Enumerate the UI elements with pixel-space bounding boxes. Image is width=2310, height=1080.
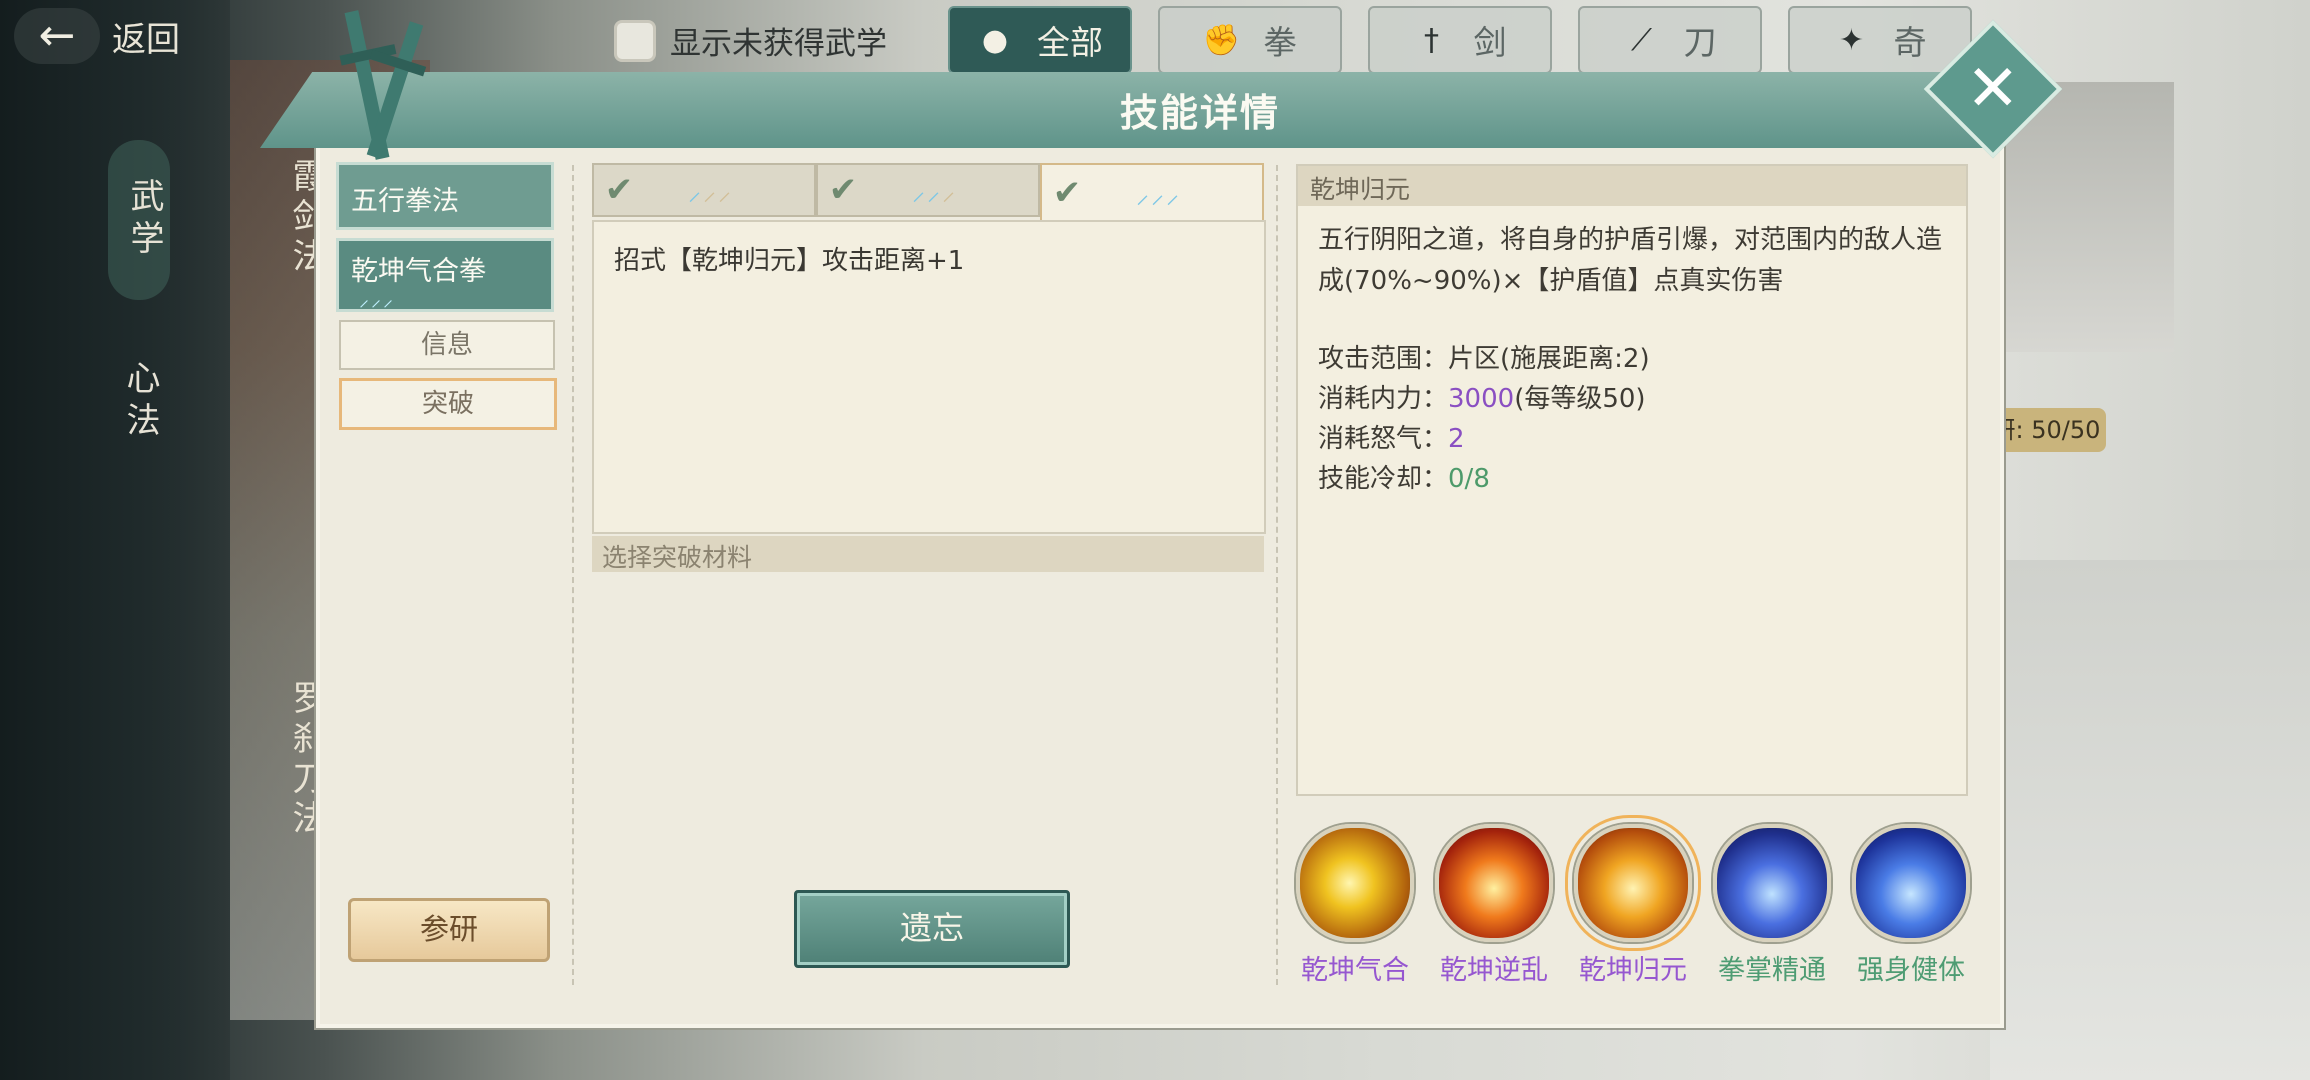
skill-qiankun-guiyuan[interactable]: 乾坤归元 xyxy=(1565,815,1701,987)
skill-guiyuan-label: 乾坤归元 xyxy=(1579,955,1687,986)
skill-jianti-icon xyxy=(1852,824,1970,942)
skill-quanzhang-jingtong[interactable]: 拳掌精通 xyxy=(1713,824,1831,987)
tab-all[interactable]: ● 全部 xyxy=(948,6,1132,74)
nav-xinfa[interactable]: 心法 xyxy=(116,360,165,444)
show-unobtained-checkbox[interactable] xyxy=(614,19,656,62)
skill-tab-wuxing[interactable]: 五行拳法 xyxy=(336,162,554,230)
show-unobtained-label: 显示未获得武学 xyxy=(670,26,887,62)
blade-rank-icon: ⸝⸝⸝ xyxy=(359,287,395,311)
stat-cooldown: 技能冷却：0/8 xyxy=(1318,458,1490,495)
blade-rank-icon: ⸝⸝⸝ xyxy=(688,177,734,207)
tab-special[interactable]: ✦ 奇 xyxy=(1788,6,1972,74)
stage-effect-text: 招式【乾坤归元】攻击距离+1 xyxy=(614,246,965,276)
close-icon: ✕ xyxy=(1966,52,2020,126)
blade-icon: ⟋ xyxy=(1631,22,1652,58)
fist-icon: ✊ xyxy=(1202,22,1241,58)
check-icon: ✔ xyxy=(604,170,634,210)
skill-jingtong-icon xyxy=(1713,824,1831,942)
divider xyxy=(1276,165,1278,985)
info-button[interactable]: 信息 xyxy=(339,320,555,370)
skill-list: 五行拳法 乾坤气合拳 ⸝⸝⸝ 信息 突破 xyxy=(336,162,560,430)
research-badge: 研: 50/50 xyxy=(1986,408,2106,452)
blade-rank-icon: ⸝⸝⸝ xyxy=(912,177,958,207)
divider xyxy=(572,165,574,985)
back-arrow-icon: ← xyxy=(14,8,100,64)
forget-button[interactable]: 遗忘 xyxy=(794,890,1070,968)
stat-mp-extra: (每等级50) xyxy=(1514,384,1646,414)
tab-fist[interactable]: ✊ 拳 xyxy=(1158,6,1342,74)
tab-special-label: 奇 xyxy=(1893,23,1927,62)
blade-rank-icon: ⸝⸝⸝ xyxy=(1136,180,1182,210)
tab-sword[interactable]: † 剑 xyxy=(1368,6,1552,74)
bag-icon: ● xyxy=(981,22,1009,58)
skill-qiankun-qihe[interactable]: 乾坤气合 xyxy=(1296,824,1414,987)
skill-jingtong-label: 拳掌精通 xyxy=(1718,955,1826,986)
crossed-swords-icon xyxy=(339,10,427,160)
stage-1[interactable]: ✔ ⸝⸝⸝ xyxy=(592,163,816,217)
back-button[interactable]: ← 返回 xyxy=(14,6,234,66)
show-unobtained-toggle[interactable]: 显示未获得武学 xyxy=(614,18,887,63)
nav-xinfa-label: 心法 xyxy=(120,360,160,444)
stat-mp-value: 3000 xyxy=(1448,384,1515,414)
material-section-header: 选择突破材料 xyxy=(592,536,1264,572)
skill-jianti-label: 强身健体 xyxy=(1857,955,1965,986)
skill-info-box: 乾坤归元 五行阴阳之道，将自身的护盾引爆，对范围内的敌人造成(70%~90%)×… xyxy=(1296,164,1968,796)
stat-range: 攻击范围：片区(施展距离:2) xyxy=(1318,338,1650,375)
stat-rage-value: 2 xyxy=(1448,424,1465,454)
stat-rage-label: 消耗怒气： xyxy=(1318,424,1449,454)
category-tabs: ● 全部 ✊ 拳 † 剑 ⟋ 刀 ✦ 奇 xyxy=(948,6,1972,74)
skill-tab-qiankun-label: 乾坤气合拳 xyxy=(351,256,486,287)
skill-niluan-label: 乾坤逆乱 xyxy=(1440,955,1548,986)
skill-info-title-bar: 乾坤归元 xyxy=(1298,166,1966,206)
back-label: 返回 xyxy=(112,19,180,60)
tab-fist-label: 拳 xyxy=(1263,23,1297,62)
shuriken-icon: ✦ xyxy=(1838,22,1865,58)
tab-all-label: 全部 xyxy=(1037,23,1103,62)
nav-wuxue-label: 武学 xyxy=(124,178,164,262)
breakthrough-button[interactable]: 突破 xyxy=(339,378,557,430)
skill-qiankun-niluan[interactable]: 乾坤逆乱 xyxy=(1435,824,1553,987)
stage-effect-box: 招式【乾坤归元】攻击距离+1 xyxy=(592,220,1266,534)
stat-rage: 消耗怒气：2 xyxy=(1318,418,1465,455)
tab-blade-label: 刀 xyxy=(1683,23,1717,62)
skill-qihe-label: 乾坤气合 xyxy=(1301,955,1409,986)
stat-cooldown-label: 技能冷却： xyxy=(1318,464,1449,494)
tab-blade[interactable]: ⟋ 刀 xyxy=(1578,6,1762,74)
skill-icon-row: 乾坤气合 乾坤逆乱 乾坤归元 拳掌精通 强身健体 xyxy=(1296,815,1970,987)
modal-title: 技能详情 xyxy=(1119,91,1280,135)
tab-sword-label: 剑 xyxy=(1473,23,1507,62)
stat-cooldown-value: 0/8 xyxy=(1448,464,1490,494)
skill-description: 五行阴阳之道，将自身的护盾引爆，对范围内的敌人造成(70%~90%)×【护盾值】… xyxy=(1318,225,1943,296)
check-icon: ✔ xyxy=(828,170,858,210)
skill-tab-qiankun[interactable]: 乾坤气合拳 ⸝⸝⸝ xyxy=(336,238,554,312)
background-mist xyxy=(1990,560,2310,1080)
stage-3[interactable]: ✔ ⸝⸝⸝ xyxy=(1040,163,1264,223)
stat-mp: 消耗内力：3000(每等级50) xyxy=(1318,378,1646,415)
nav-wuxue[interactable]: 武学 xyxy=(106,120,164,262)
material-section-label: 选择突破材料 xyxy=(602,543,753,572)
skill-qiangshen-jianti[interactable]: 强身健体 xyxy=(1852,824,1970,987)
stage-2[interactable]: ✔ ⸝⸝⸝ xyxy=(816,163,1040,217)
skill-tab-wuxing-label: 五行拳法 xyxy=(351,186,459,217)
stat-range-value: 片区(施展距离:2) xyxy=(1448,344,1650,374)
skill-niluan-icon xyxy=(1435,824,1553,942)
sword-icon: † xyxy=(1424,22,1439,58)
research-button[interactable]: 参研 xyxy=(348,898,550,962)
check-icon: ✔ xyxy=(1052,173,1082,213)
breakthrough-stages: ✔ ⸝⸝⸝ ✔ ⸝⸝⸝ ✔ ⸝⸝⸝ xyxy=(592,163,1264,223)
stat-mp-label: 消耗内力： xyxy=(1318,384,1449,414)
skill-info-name: 乾坤归元 xyxy=(1310,175,1411,204)
skill-guiyuan-icon xyxy=(1565,815,1701,951)
skill-qihe-icon xyxy=(1296,824,1414,942)
stat-range-label: 攻击范围： xyxy=(1318,344,1449,374)
